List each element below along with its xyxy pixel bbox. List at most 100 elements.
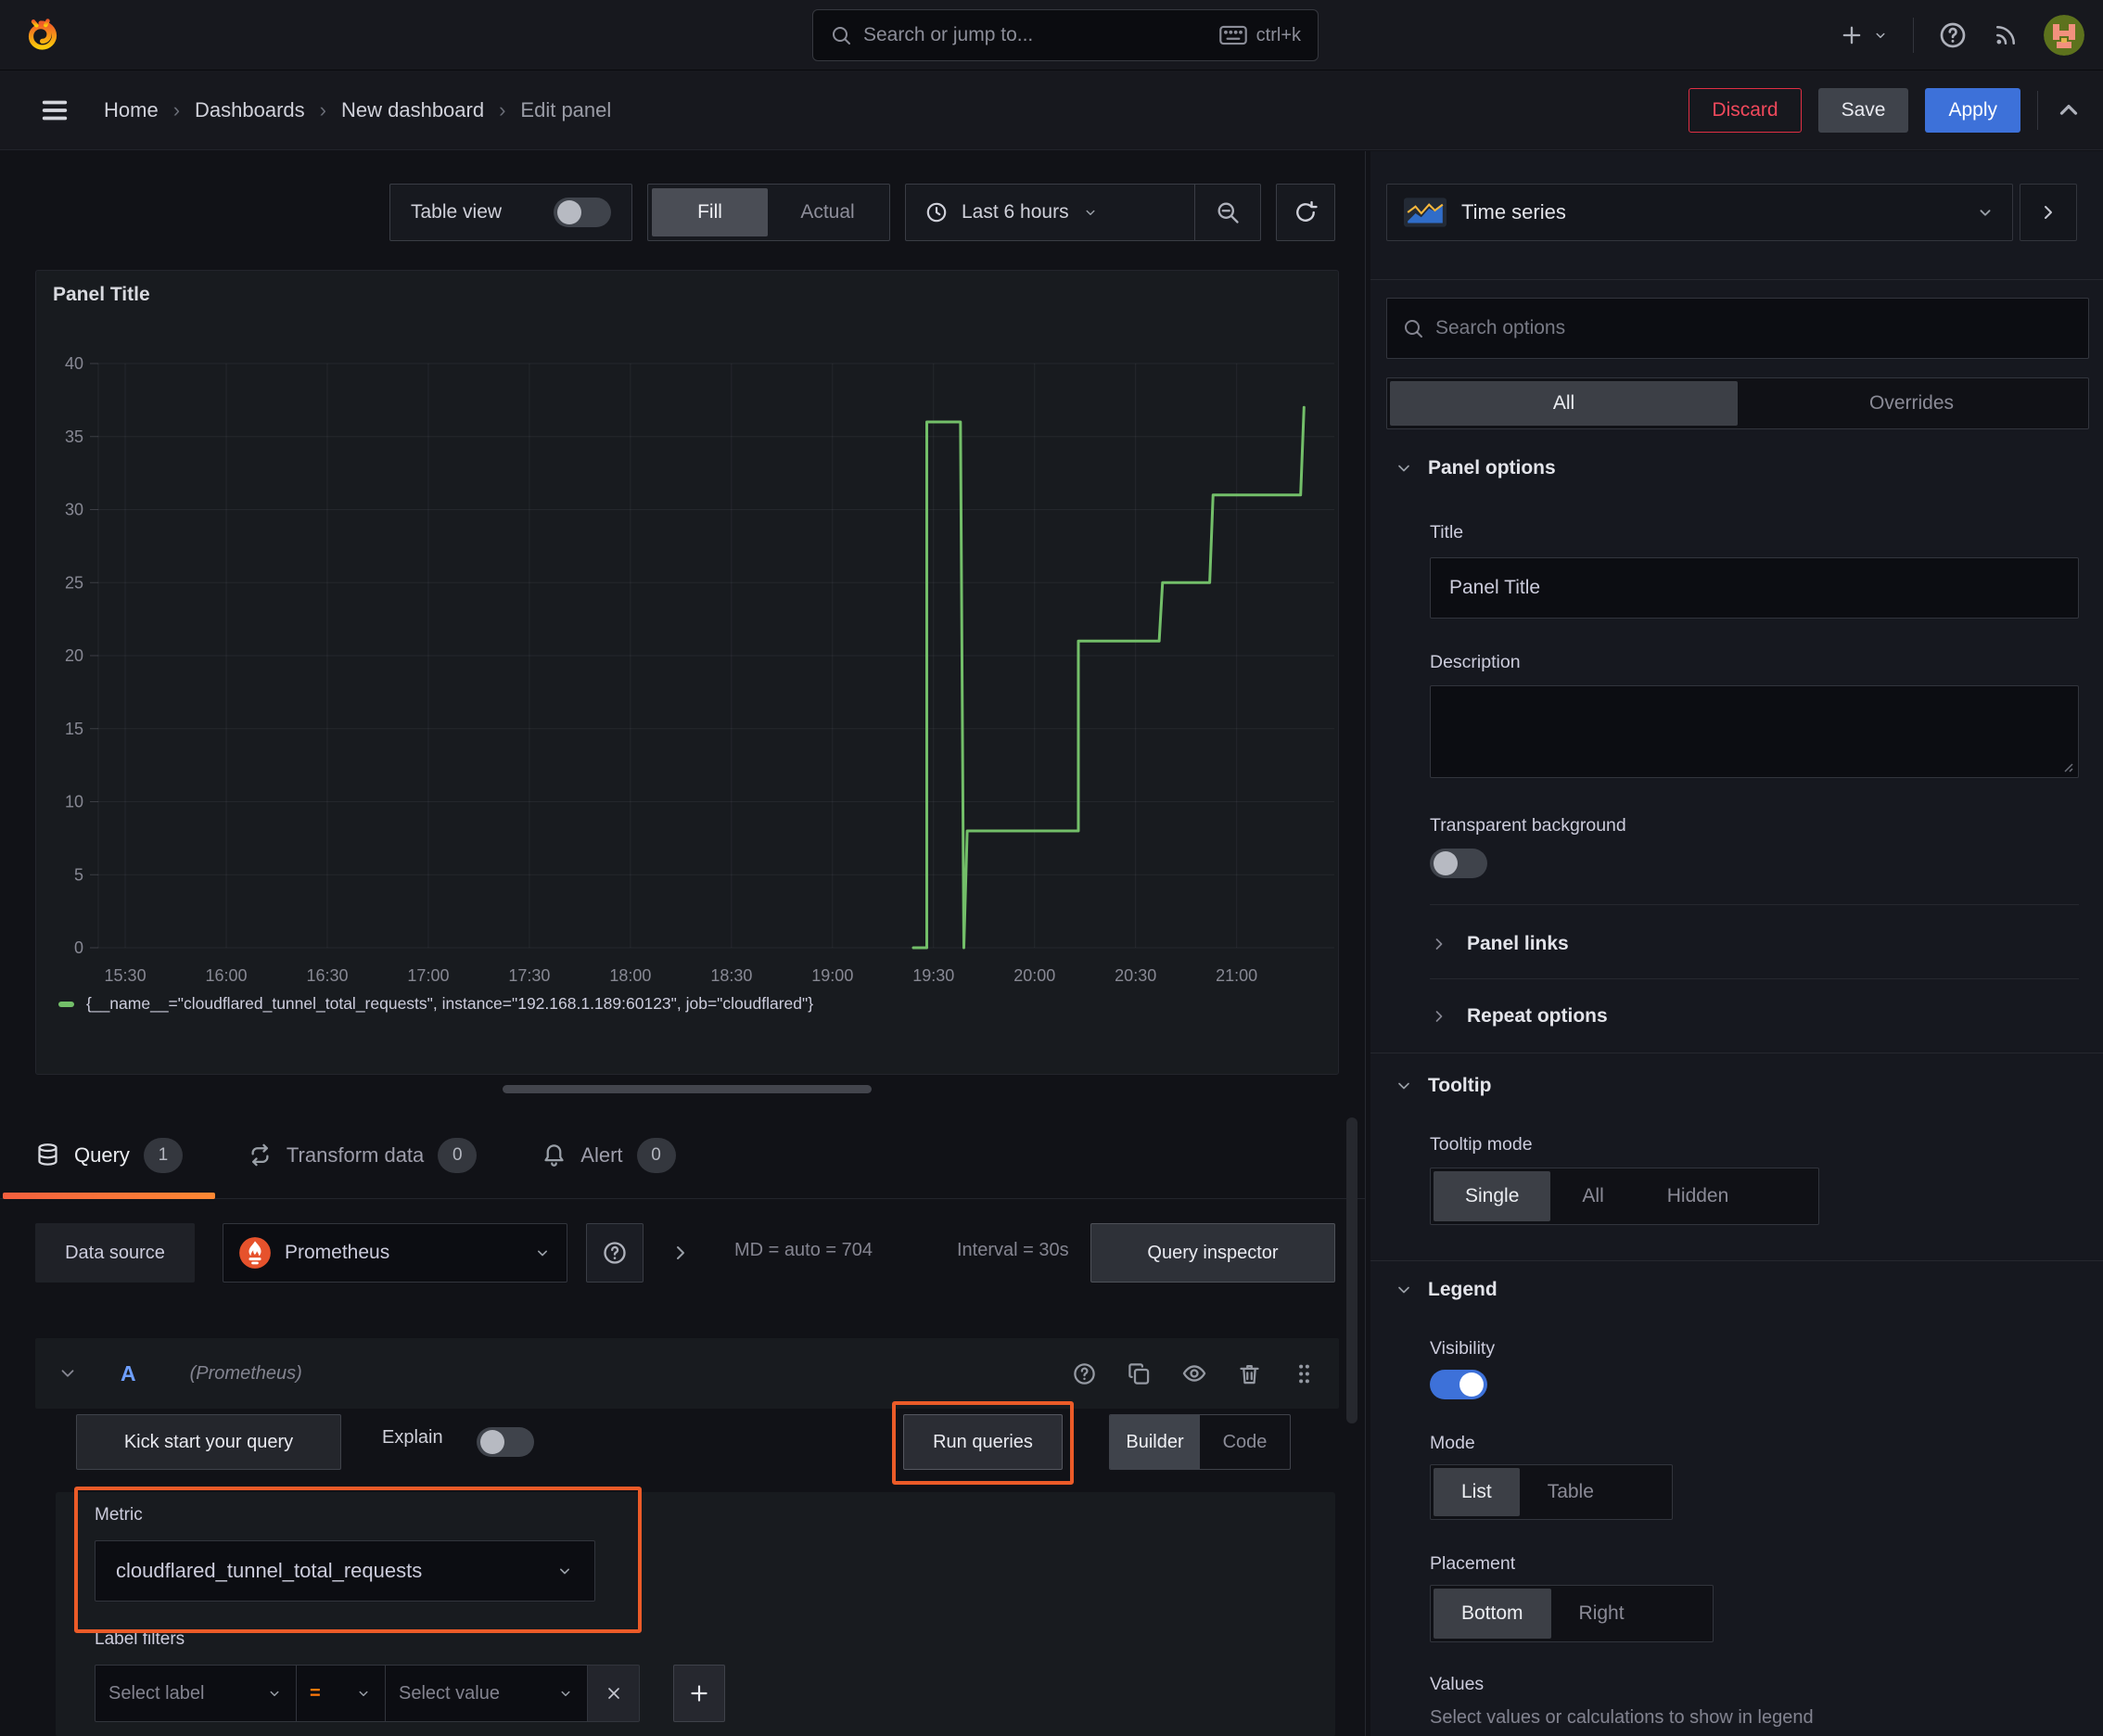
scrollbar-thumb[interactable] (1346, 1117, 1357, 1423)
refresh-button[interactable] (1276, 184, 1335, 241)
add-filter-button[interactable] (673, 1665, 725, 1722)
query-ref-id[interactable]: A (121, 1361, 136, 1386)
placement-bottom-option[interactable]: Bottom (1434, 1589, 1551, 1639)
hamburger-icon (42, 100, 68, 121)
legend-header-label: Legend (1428, 1279, 1498, 1300)
tab-transform[interactable]: Transform data 0 (215, 1112, 509, 1198)
breadcrumb-new-dashboard[interactable]: New dashboard (341, 98, 484, 122)
legend-series-swatch (58, 1001, 74, 1007)
help-button[interactable] (1938, 20, 1968, 50)
tooltip-hidden-option[interactable]: Hidden (1636, 1171, 1761, 1221)
explain-label: Explain (382, 1427, 443, 1448)
metric-select[interactable]: cloudflared_tunnel_total_requests (95, 1540, 595, 1602)
breadcrumb-home[interactable]: Home (104, 98, 159, 122)
menu-toggle-button[interactable] (37, 93, 72, 128)
options-search-input[interactable] (1435, 317, 2073, 339)
panel-options-header-label: Panel options (1428, 457, 1556, 479)
query-collapse-button[interactable] (57, 1363, 78, 1384)
panel-preview: Panel Title 0 5 10 15 20 25 30 35 40 15:30 16:00 16… (35, 270, 1339, 1075)
apply-button[interactable]: Apply (1925, 88, 2020, 133)
legend-visibility-toggle[interactable] (1430, 1370, 1487, 1399)
news-rss-button[interactable] (1992, 21, 2020, 49)
query-inspector-button[interactable]: Query inspector (1090, 1223, 1335, 1283)
repeat-options-section[interactable]: Repeat options (1430, 993, 1608, 1040)
breadcrumb-separator-icon: › (319, 98, 326, 121)
grafana-logo-icon[interactable] (20, 15, 61, 56)
panel-resize-handle[interactable] (503, 1085, 872, 1093)
select-value-dropdown[interactable]: Select value (386, 1665, 588, 1722)
tab-query[interactable]: Query 1 (3, 1112, 215, 1199)
builder-option[interactable]: Builder (1110, 1415, 1200, 1469)
time-range-picker[interactable]: Last 6 hours (906, 200, 1194, 224)
database-icon (38, 1143, 57, 1166)
run-queries-button[interactable]: Run queries (903, 1414, 1063, 1470)
description-textarea[interactable] (1430, 685, 2079, 778)
tooltip-single-option[interactable]: Single (1434, 1171, 1551, 1221)
explain-toggle[interactable] (477, 1427, 534, 1457)
chevron-right-icon (1435, 1011, 1443, 1022)
legend-series-label[interactable]: {__name__="cloudflared_tunnel_total_requ… (86, 994, 813, 1014)
table-view-toggle[interactable] (554, 198, 611, 227)
tooltip-mode-switch: Single All Hidden (1430, 1168, 1819, 1225)
legend-mode-table-option[interactable]: Table (1520, 1468, 1622, 1516)
user-avatar[interactable] (2044, 15, 2084, 56)
tab-overrides[interactable]: Overrides (1738, 381, 2085, 426)
operator-dropdown[interactable]: = (297, 1665, 386, 1722)
toggle-viz-pane-button[interactable] (2020, 184, 2077, 241)
query-options-max-datapoints[interactable]: MD = auto = 704 (734, 1240, 873, 1261)
legend-mode-list-option[interactable]: List (1434, 1468, 1520, 1516)
query-options-interval[interactable]: Interval = 30s (957, 1240, 1069, 1261)
save-button[interactable]: Save (1817, 88, 1909, 133)
legend-section-header[interactable]: Legend (1395, 1279, 1498, 1301)
fill-option[interactable]: Fill (652, 188, 768, 236)
chevron-down-icon (1980, 210, 1991, 216)
duplicate-query-icon[interactable] (1127, 1361, 1152, 1386)
transparent-background-toggle[interactable] (1430, 849, 1487, 878)
tooltip-all-option[interactable]: All (1550, 1171, 1635, 1221)
actual-option[interactable]: Actual (770, 188, 886, 236)
tab-alert-label: Alert (580, 1142, 623, 1167)
code-option[interactable]: Code (1200, 1415, 1290, 1469)
delete-query-trash-icon[interactable] (1237, 1361, 1262, 1386)
svg-text:30: 30 (65, 501, 83, 519)
kick-start-query-button[interactable]: Kick start your query (76, 1414, 341, 1470)
options-search-box[interactable] (1386, 298, 2089, 359)
tooltip-section-header[interactable]: Tooltip (1395, 1075, 1491, 1097)
visualization-value: Time series (1461, 200, 1566, 223)
query-help-icon[interactable] (1072, 1361, 1097, 1386)
drag-handle-icon[interactable] (1292, 1361, 1317, 1386)
collapse-options-button[interactable] (2055, 96, 2083, 124)
legend-mode-switch: List Table (1430, 1464, 1673, 1520)
tab-alert[interactable]: Alert 0 (509, 1112, 707, 1198)
add-new-button[interactable] (1839, 22, 1889, 48)
panel-title-input[interactable] (1430, 557, 2079, 619)
global-search-input[interactable] (863, 24, 1208, 46)
search-shortcut-label: ctrl+k (1255, 24, 1301, 45)
datasource-picker[interactable]: Prometheus (223, 1223, 567, 1283)
panel-actions: Discard Save Apply (1689, 70, 2083, 150)
svg-text:21:00: 21:00 (1216, 966, 1257, 985)
visualization-picker[interactable]: Time series (1386, 184, 2013, 241)
table-view-group: Table view (389, 184, 632, 241)
timeseries-plot[interactable]: 0 5 10 15 20 25 30 35 40 15:30 16:00 16:30 17:00 17:3… (36, 271, 1340, 1076)
tooltip-header-label: Tooltip (1428, 1075, 1492, 1096)
panel-options-section-header[interactable]: Panel options (1395, 457, 1556, 479)
tab-all-options[interactable]: All (1390, 381, 1738, 426)
select-label-dropdown[interactable]: Select label (95, 1665, 297, 1722)
discard-button[interactable]: Discard (1689, 88, 1802, 133)
placement-right-option[interactable]: Right (1551, 1589, 1652, 1639)
legend-values-label: Values (1430, 1674, 1485, 1694)
query-options-expand-button[interactable] (669, 1242, 692, 1264)
panel-links-section[interactable]: Panel links (1430, 921, 1569, 967)
resize-corner-icon[interactable] (2060, 760, 2073, 772)
datasource-help-button[interactable] (586, 1223, 644, 1283)
chevron-down-icon (538, 1250, 547, 1257)
breadcrumb-dashboards[interactable]: Dashboards (195, 98, 305, 122)
datasource-value: Prometheus (285, 1242, 390, 1263)
zoom-out-time-button[interactable] (1195, 185, 1260, 240)
toggle-visibility-eye-icon[interactable] (1181, 1360, 1207, 1386)
global-search-box[interactable]: ctrl+k (812, 9, 1319, 61)
pane-divider (1370, 1260, 2103, 1261)
remove-filter-button[interactable] (588, 1665, 640, 1722)
transparent-background-label: Transparent background (1430, 815, 1626, 836)
